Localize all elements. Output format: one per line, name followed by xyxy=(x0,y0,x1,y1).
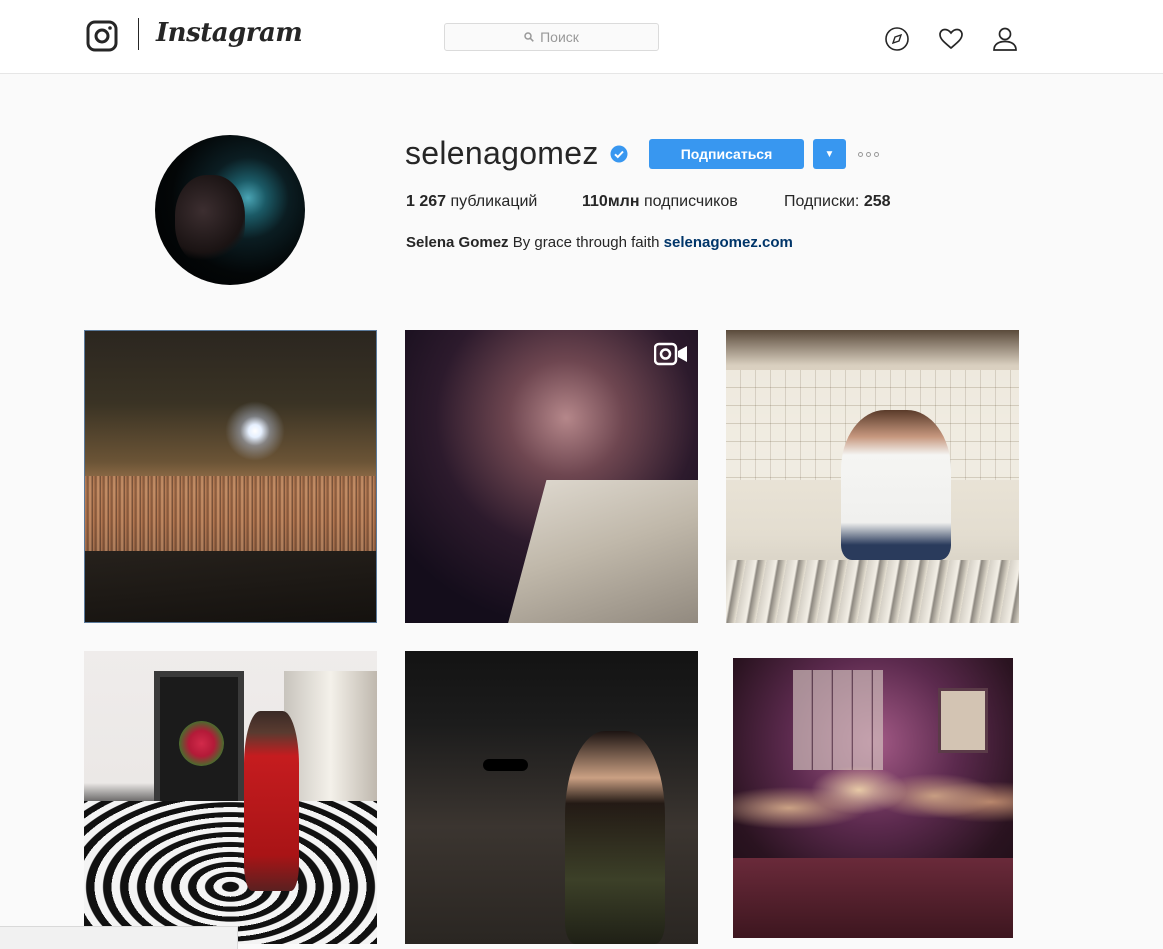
search-placeholder: Поиск xyxy=(540,29,579,45)
explore-compass-icon[interactable] xyxy=(884,26,910,52)
video-camera-icon xyxy=(654,342,687,366)
post-thumbnail[interactable] xyxy=(405,651,698,944)
instagram-wordmark[interactable]: Instagram xyxy=(156,18,303,48)
posts-stat: 1 267 публикаций xyxy=(406,193,537,211)
profile-full-name: Selena Gomez xyxy=(406,234,509,251)
more-options-button[interactable] xyxy=(858,145,888,163)
profile-icon[interactable] xyxy=(992,26,1018,52)
logo-divider xyxy=(138,18,139,50)
bio-text: By grace through faith xyxy=(512,234,660,251)
caret-down-icon: ▼ xyxy=(824,148,835,160)
followers-stat[interactable]: 110млн подписчиков xyxy=(582,193,738,211)
following-label: Подписки: xyxy=(784,193,860,210)
posts-label: публикаций xyxy=(450,193,538,210)
follow-button[interactable]: Подписаться xyxy=(649,139,804,169)
instagram-logo-icon[interactable] xyxy=(86,20,118,52)
profile-avatar[interactable] xyxy=(155,135,305,285)
post-thumbnail[interactable] xyxy=(84,651,377,944)
following-stat[interactable]: Подписки: 258 xyxy=(784,193,891,211)
posts-count: 1 267 xyxy=(406,193,447,210)
suggestions-dropdown-button[interactable]: ▼ xyxy=(813,139,846,169)
profile-username: selenagomez xyxy=(405,135,599,171)
dot-icon xyxy=(858,151,863,157)
post-thumbnail[interactable] xyxy=(405,330,698,623)
followers-count: 110млн xyxy=(582,193,640,210)
following-count: 258 xyxy=(863,193,891,210)
followers-label: подписчиков xyxy=(643,193,738,210)
dot-icon xyxy=(874,151,879,157)
browser-status-bar xyxy=(0,926,238,949)
search-icon xyxy=(524,32,534,42)
post-thumbnail[interactable] xyxy=(726,330,1019,623)
bio-link[interactable]: selenagomez.com xyxy=(664,234,793,251)
heart-icon[interactable] xyxy=(938,26,964,52)
post-thumbnail[interactable] xyxy=(733,658,1013,938)
post-thumbnail[interactable] xyxy=(84,330,377,623)
dot-icon xyxy=(866,151,871,157)
search-input[interactable]: Поиск xyxy=(444,23,659,51)
verified-badge-icon xyxy=(610,145,628,163)
top-navigation-bar: Instagram Поиск xyxy=(0,0,1163,74)
profile-bio: Selena Gomez By grace through faith sele… xyxy=(406,234,793,251)
